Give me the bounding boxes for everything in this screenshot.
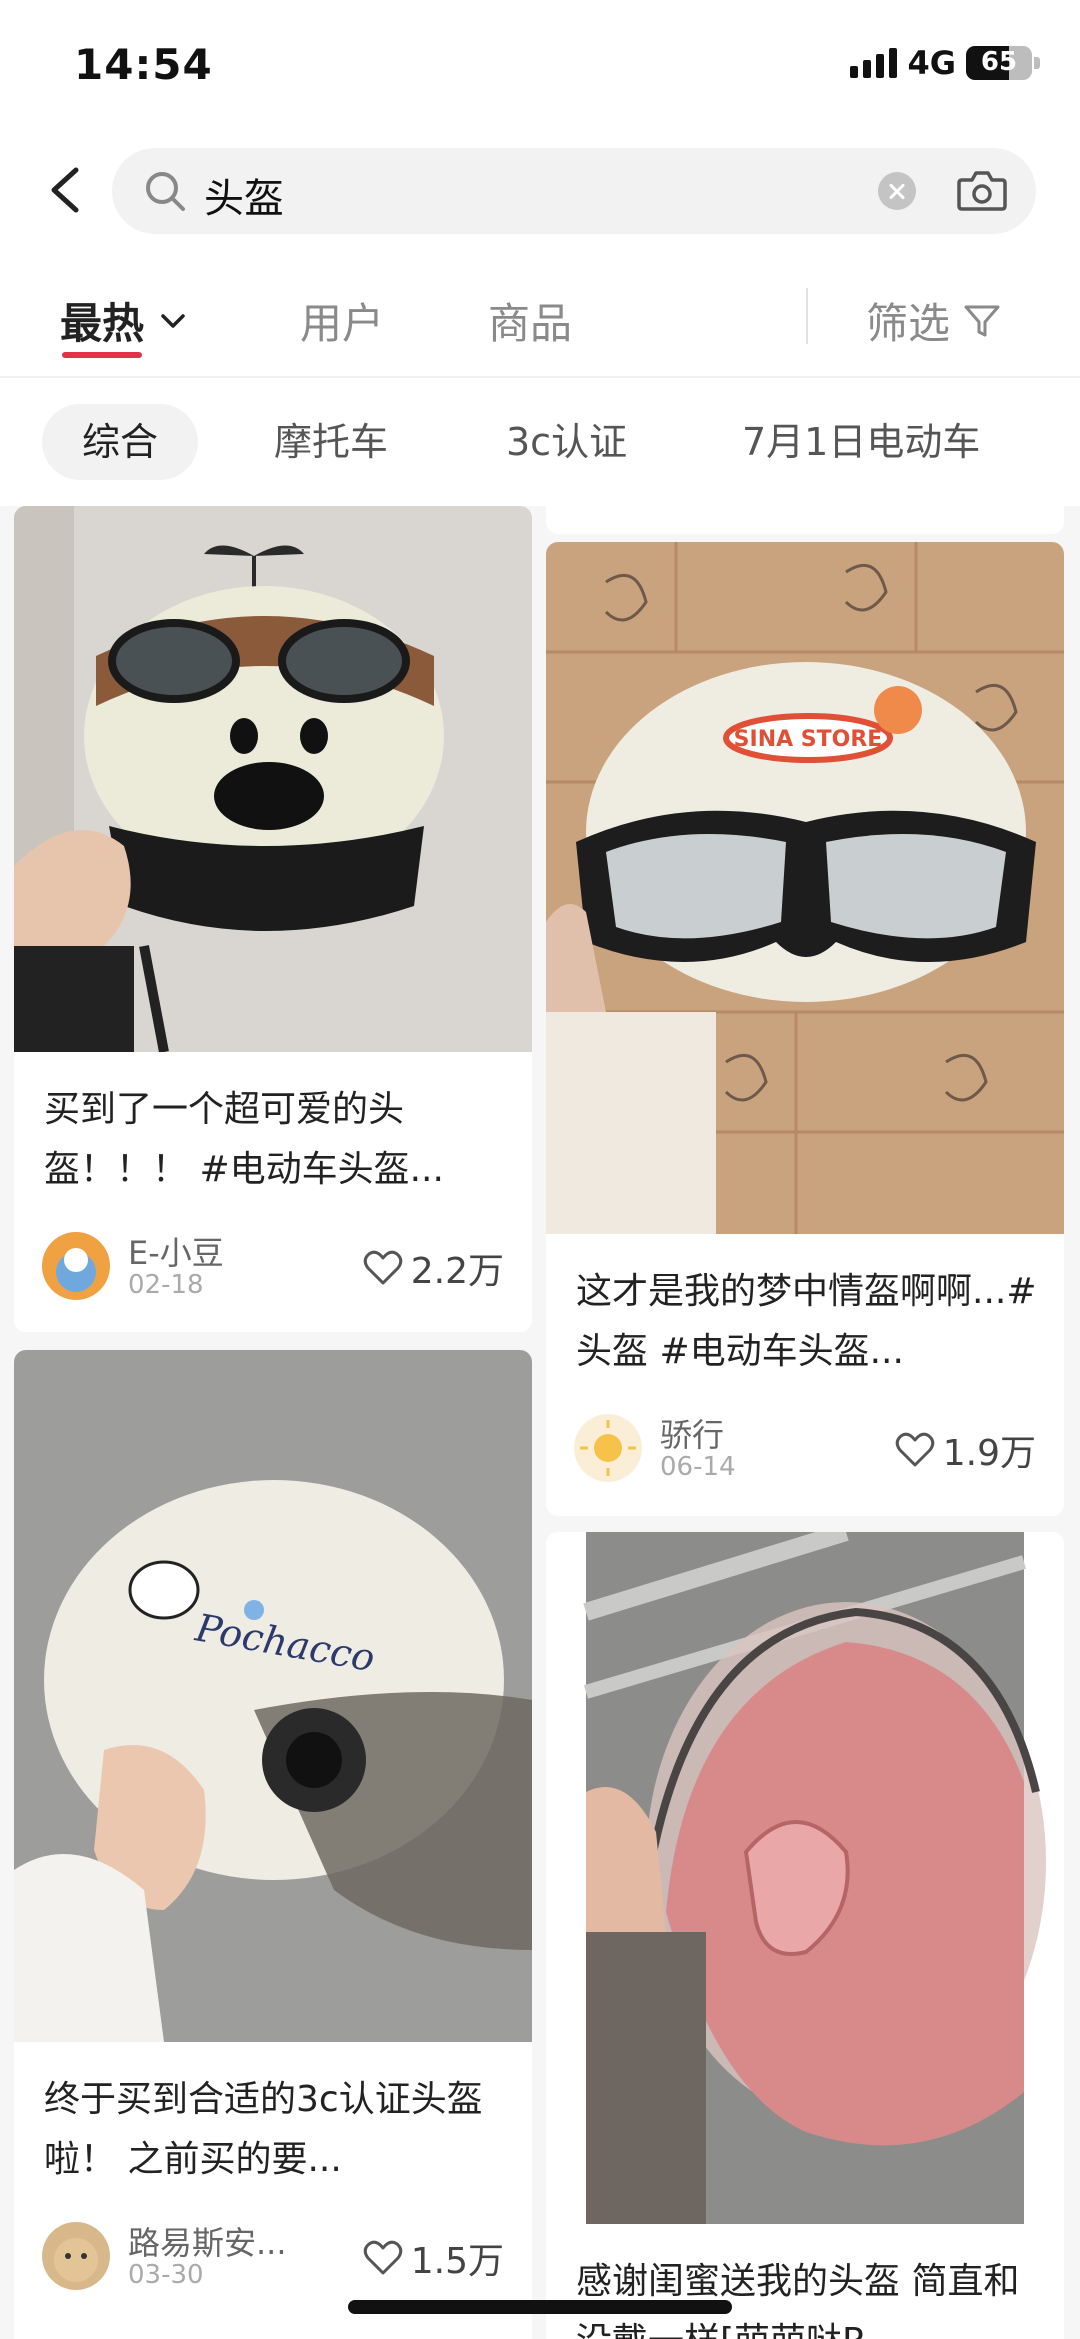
network-type: 4G xyxy=(907,44,956,82)
author-avatar[interactable] xyxy=(42,2222,110,2290)
tab-goods[interactable]: 商品 xyxy=(488,290,572,351)
like-count: 2.2万 xyxy=(410,1251,504,1292)
category-chips: 综合 摩托车 3c认证 7月1日电动车 xyxy=(0,398,1080,488)
author-name[interactable]: 路易斯安... xyxy=(128,2218,287,2264)
note-card[interactable]: 买到了一个超可爱的头盔！！！ #电动车头盔... E-小豆 02-18 2.2万 xyxy=(14,506,532,1332)
post-date: 03-30 xyxy=(128,2260,204,2290)
note-card[interactable]: 感谢闺蜜送我的头盔 简直和没戴一样[萌萌哒R xyxy=(546,1532,1064,2339)
chip-3c[interactable]: 3c认证 xyxy=(466,404,667,480)
heart-icon xyxy=(895,1432,934,1467)
chip-all[interactable]: 综合 xyxy=(42,404,199,480)
post-photo: Pochacco xyxy=(14,1350,532,2042)
author-avatar[interactable] xyxy=(42,1232,110,1300)
battery-percent: 65 xyxy=(980,47,1018,77)
author-avatar[interactable] xyxy=(574,1414,642,1482)
tab-users[interactable]: 用户 xyxy=(300,290,384,351)
chip-july-ebike[interactable]: 7月1日电动车 xyxy=(702,404,1020,480)
filter-label: 筛选 xyxy=(866,299,951,348)
post-title: 终于买到合适的3c认证头盔啦！ 之前买的要... xyxy=(44,2079,483,2180)
note-card-partial[interactable] xyxy=(546,506,1064,534)
search-icon xyxy=(146,172,185,211)
post-title: 感谢闺蜜送我的头盔 简直和没戴一样[萌萌哒R xyxy=(576,2261,1020,2339)
battery-icon: 65 xyxy=(966,46,1032,80)
like-button[interactable]: 1.5万 xyxy=(363,2232,504,2284)
post-title: 这才是我的梦中情盔啊啊...#头盔 #电动车头盔... xyxy=(576,1271,1037,1372)
heart-icon xyxy=(363,2240,402,2275)
sina-store-logo: SINA STORE xyxy=(734,727,883,752)
note-card[interactable]: SINA STORE 这才是我的梦中情盔啊啊...#头盔 #电动车头盔... 骄… xyxy=(546,542,1064,1516)
active-tab-indicator xyxy=(62,352,142,358)
like-count: 1.9万 xyxy=(942,1433,1036,1474)
heart-icon xyxy=(363,1250,402,1285)
status-time: 14:54 xyxy=(74,40,213,89)
camera-icon[interactable] xyxy=(956,166,1008,214)
search-input[interactable]: 头盔 xyxy=(112,148,1036,234)
result-tabs: 最热 用户 商品 筛选 xyxy=(0,270,1080,378)
search-header: 头盔 xyxy=(0,140,1080,240)
author-name[interactable]: 骄行 xyxy=(660,1410,724,1456)
results-feed: 买到了一个超可爱的头盔！！！ #电动车头盔... E-小豆 02-18 2.2万 xyxy=(0,506,1080,2339)
post-photo: SINA STORE xyxy=(546,542,1064,1234)
filter-icon xyxy=(964,305,1000,336)
post-photo xyxy=(546,1532,1064,2224)
tab-divider xyxy=(806,288,808,344)
status-indicators: 4G 65 xyxy=(850,44,1040,82)
tab-hot-label: 最热 xyxy=(60,299,145,348)
chip-motorcycle[interactable]: 摩托车 xyxy=(234,404,428,480)
back-icon[interactable] xyxy=(40,162,96,218)
battery-cap xyxy=(1034,57,1040,69)
like-count: 1.5万 xyxy=(410,2241,504,2282)
post-title: 买到了一个超可爱的头盔！！！ #电动车头盔... xyxy=(44,1089,444,1190)
search-query: 头盔 xyxy=(204,176,284,222)
filter-button[interactable]: 筛选 xyxy=(866,290,1002,351)
chevron-down-icon xyxy=(161,313,185,328)
post-date: 02-18 xyxy=(128,1270,204,1300)
status-bar: 14:54 4G 65 xyxy=(0,0,1080,130)
note-card[interactable]: Pochacco 终于买到合适的3c认证头盔啦！ 之前买的要... 路易斯安..… xyxy=(14,1350,532,2339)
post-date: 06-14 xyxy=(660,1452,736,1482)
tab-hot[interactable]: 最热 xyxy=(60,290,188,351)
signal-icon xyxy=(850,48,898,78)
post-photo xyxy=(14,506,532,1052)
like-button[interactable]: 2.2万 xyxy=(363,1242,504,1294)
home-indicator[interactable] xyxy=(348,2300,732,2314)
clear-icon[interactable] xyxy=(878,172,916,210)
like-button[interactable]: 1.9万 xyxy=(895,1424,1036,1476)
author-name[interactable]: E-小豆 xyxy=(128,1228,224,1274)
